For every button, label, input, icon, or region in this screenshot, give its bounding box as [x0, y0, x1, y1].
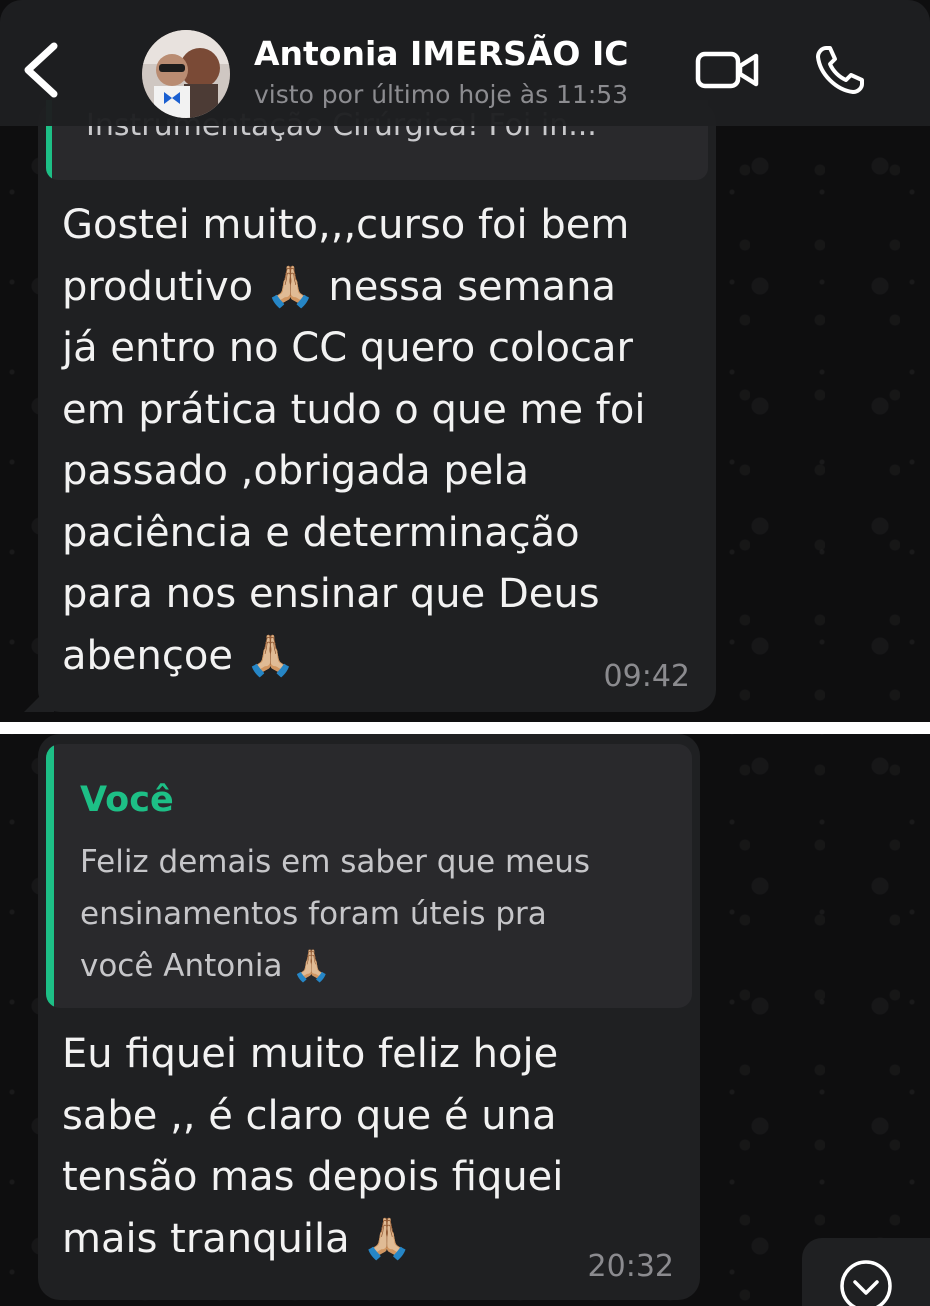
quoted-message-text: Feliz demais em saber que meus ensinamen…: [80, 844, 591, 984]
message-text: Gostei muito,,,curso foi bem produtivo 🙏…: [62, 202, 646, 679]
message-text: Eu fiquei muito feliz hoje sabe ,, é cla…: [62, 1031, 564, 1262]
incoming-message-bubble[interactable]: Instrumentação Cirúrgica! Foi in... Gost…: [24, 100, 716, 712]
video-call-button[interactable]: [694, 42, 760, 98]
voice-call-button[interactable]: [812, 42, 868, 98]
quoted-message[interactable]: Você Feliz demais em saber que meus ensi…: [46, 744, 692, 1008]
avatar-photo: [142, 30, 230, 118]
message-time: 20:32: [587, 1249, 674, 1284]
contact-name[interactable]: Antonia IMERSÃO IC: [254, 34, 628, 73]
scroll-to-bottom-button[interactable]: [802, 1238, 930, 1306]
screenshot-divider: [0, 722, 930, 734]
contact-avatar[interactable]: [142, 30, 230, 118]
video-camera-icon: [695, 51, 759, 89]
message-time: 09:42: [603, 659, 690, 694]
phone-icon: [816, 46, 864, 94]
last-seen-status: visto por último hoje às 11:53: [254, 80, 629, 109]
quoted-author: Você: [80, 780, 174, 820]
chevron-left-icon: [24, 42, 58, 98]
incoming-message-bubble[interactable]: Você Feliz demais em saber que meus ensi…: [38, 734, 700, 1300]
quote-accent-bar: [46, 744, 54, 1008]
chat-screen: Instrumentação Cirúrgica! Foi in... Gost…: [0, 0, 930, 1306]
chevron-down-circle-icon: [840, 1260, 892, 1306]
chat-header: Antonia IMERSÃO IC visto por último hoje…: [0, 0, 930, 126]
back-button[interactable]: [18, 38, 66, 102]
